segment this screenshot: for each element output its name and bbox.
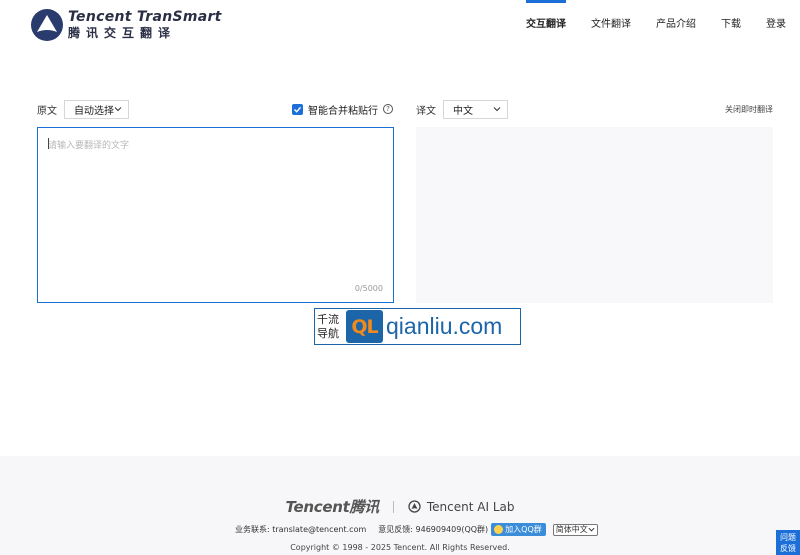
watermark-ql-text: QL <box>351 315 378 338</box>
brand-name-cn: 腾讯交互翻译 <box>68 26 177 40</box>
brand-text: Tencent TranSmart 腾讯交互翻译 <box>68 9 222 41</box>
footer-divider <box>392 500 394 513</box>
source-toolbar: 原文 自动选择 智能合并粘贴行 ? <box>37 99 393 119</box>
target-label: 译文 <box>416 105 436 117</box>
header: Tencent TranSmart 腾讯交互翻译 交互翻译 文件翻译 产品介绍 … <box>0 0 800 50</box>
top-nav: 交互翻译 文件翻译 产品介绍 下载 登录 <box>501 0 786 50</box>
tencent-logo: Tencent腾讯 <box>285 498 380 516</box>
merge-checkbox[interactable] <box>292 103 303 115</box>
join-qq-label: 加入QQ群 <box>505 525 542 534</box>
business-contact: 业务联系: translate@tencent.com <box>235 525 367 534</box>
char-counter: 0/5000 <box>354 284 383 293</box>
watermark-line2: 导航 <box>317 326 339 340</box>
qq-icon <box>494 525 504 534</box>
watermark-line1: 千流 <box>317 312 339 326</box>
floating-feedback-button[interactable]: 问题 反馈 <box>776 530 800 555</box>
join-qq-group-button[interactable]: 加入QQ群 <box>491 523 546 536</box>
copyright: Copyright © 1998 - 2025 Tencent. All Rig… <box>290 543 510 552</box>
feedback-contact: 意见反馈: 946909409(QQ群) <box>378 525 489 534</box>
source-text-input[interactable] <box>38 128 393 302</box>
feedback-line2: 反馈 <box>780 544 796 553</box>
nav-file-translate[interactable]: 文件翻译 <box>591 0 631 50</box>
footer: Tencent腾讯 Tencent AI Lab 业务联系: translate… <box>0 456 800 555</box>
nav-login[interactable]: 登录 <box>766 0 786 50</box>
source-language-value: 自动选择 <box>74 105 114 117</box>
feedback-line1: 问题 <box>780 533 796 542</box>
merge-paste-option[interactable]: 智能合并粘贴行 ? <box>292 102 393 117</box>
target-toolbar: 译文 中文 关闭即时翻译 <box>416 99 773 119</box>
target-language-value: 中文 <box>453 105 473 117</box>
qianliu-watermark: 千流 导航 QL qianliu.com <box>314 308 521 345</box>
footer-language-select[interactable]: 简体中文 <box>552 523 598 536</box>
transmart-logo-icon <box>31 9 63 41</box>
watermark-site: qianliu.com <box>386 313 503 339</box>
source-panel: 0/5000 <box>37 127 394 303</box>
nav-interactive-translate[interactable]: 交互翻译 <box>526 0 566 50</box>
source-label: 原文 <box>37 105 57 117</box>
ailab-text: Tencent AI Lab <box>426 499 515 514</box>
ailab-icon <box>408 500 421 513</box>
chevron-down-icon <box>588 527 595 532</box>
merge-label: 智能合并粘贴行 <box>308 105 378 117</box>
text-caret <box>48 138 49 149</box>
check-icon <box>294 106 302 113</box>
brand-logo[interactable]: Tencent TranSmart 腾讯交互翻译 <box>30 8 222 42</box>
chevron-down-icon <box>493 107 501 112</box>
watermark-cn-text: 千流 导航 <box>317 313 345 341</box>
question-circle-icon[interactable]: ? <box>383 104 393 114</box>
footer-logos: Tencent腾讯 Tencent AI Lab <box>0 496 800 517</box>
brand-name-en: Tencent TranSmart <box>68 9 222 25</box>
watermark-ql-logo: QL <box>346 310 383 343</box>
chevron-down-icon <box>114 107 122 112</box>
nav-product-intro[interactable]: 产品介绍 <box>656 0 696 50</box>
source-language-select[interactable]: 自动选择 <box>64 99 129 119</box>
nav-download[interactable]: 下载 <box>721 0 741 50</box>
target-language-select[interactable]: 中文 <box>443 99 508 119</box>
footer-language-value: 简体中文 <box>555 524 588 534</box>
target-panel <box>416 127 773 303</box>
close-instant-translate-link[interactable]: 关闭即时翻译 <box>725 104 773 115</box>
ailab-logo: Tencent AI Lab <box>408 499 515 514</box>
footer-info: 业务联系: translate@tencent.com 意见反馈: 946909… <box>235 523 598 536</box>
page: Tencent TranSmart 腾讯交互翻译 交互翻译 文件翻译 产品介绍 … <box>0 0 800 555</box>
